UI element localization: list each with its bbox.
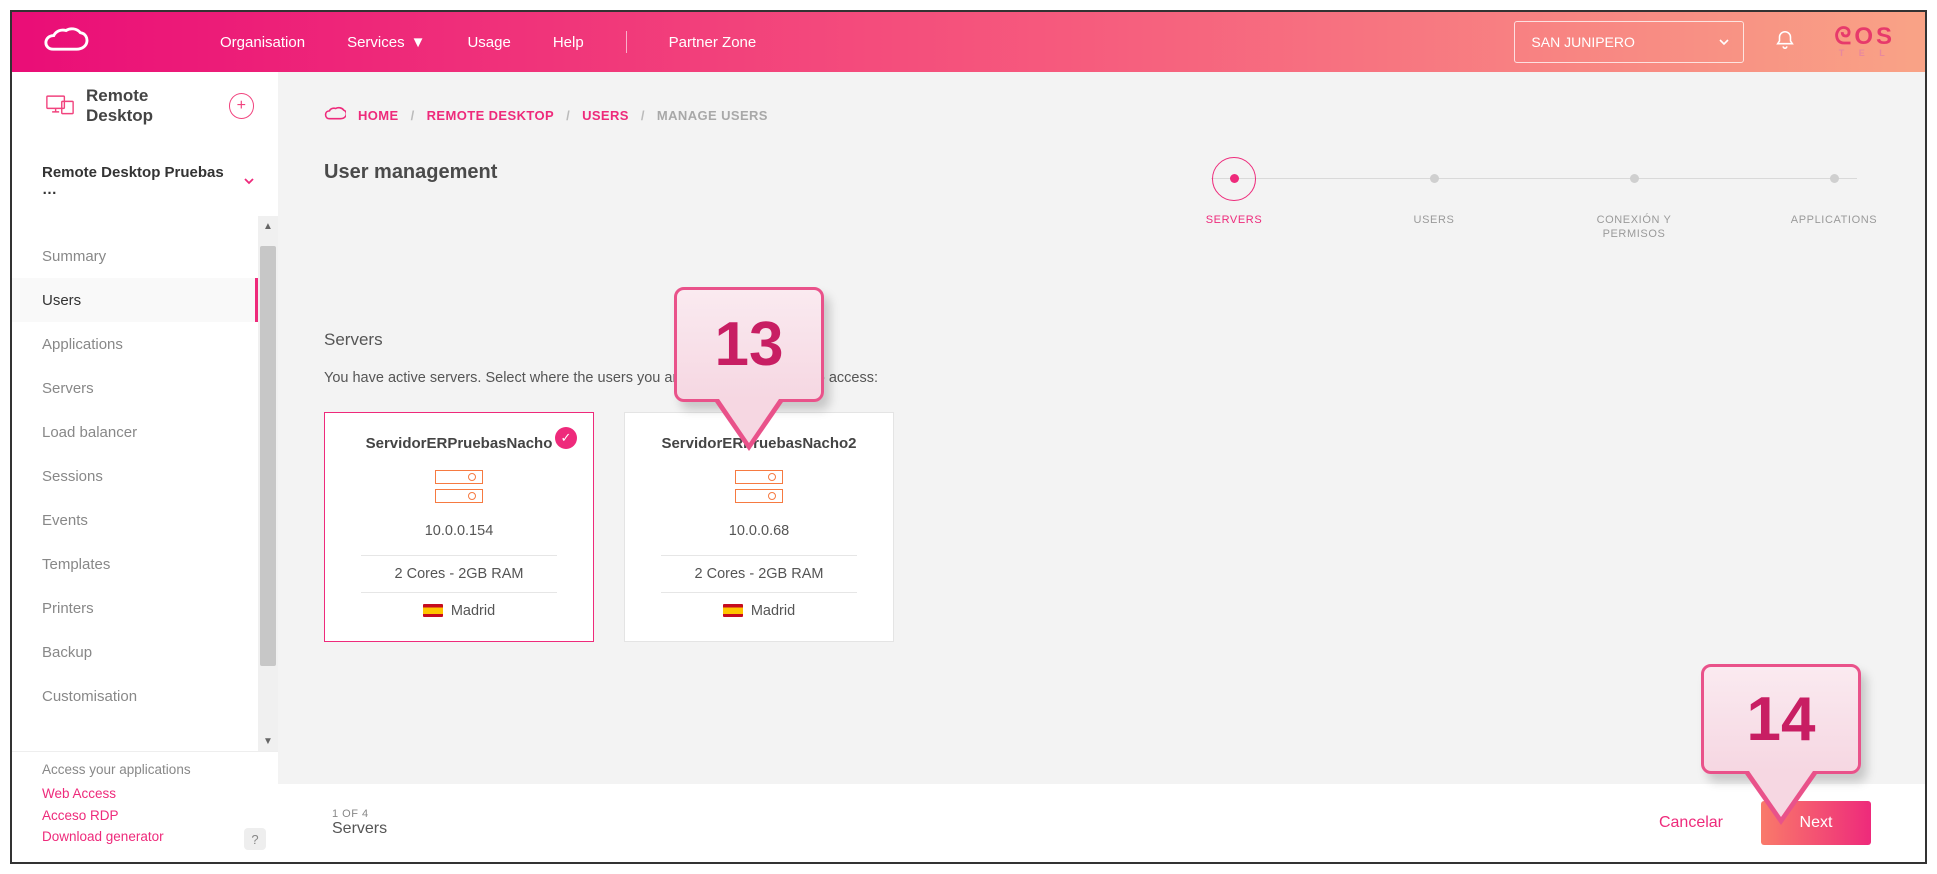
sidebar-scrollbar[interactable]: ▲ ▼ — [258, 216, 278, 751]
breadcrumb: HOME / REMOTE DESKTOP / USERS / MANAGE U… — [278, 72, 1925, 145]
remote-desktop-icon — [46, 92, 74, 121]
annotation-callout: 14 — [1701, 664, 1861, 774]
project-selected: Remote Desktop Pruebas … — [42, 164, 236, 198]
chevron-down-icon — [1719, 34, 1729, 50]
chevron-down-icon — [244, 173, 254, 190]
sidebar-item-events[interactable]: Events — [12, 498, 258, 542]
server-icon — [343, 470, 575, 503]
organisation-selector[interactable]: SAN JUNIPERO — [1514, 21, 1744, 63]
brand-logo-icon — [42, 18, 90, 66]
content-area: HOME / REMOTE DESKTOP / USERS / MANAGE U… — [278, 72, 1925, 862]
sidebar-item-customisation[interactable]: Customisation — [12, 674, 258, 718]
sidebar-item-applications[interactable]: Applications — [12, 322, 258, 366]
server-icon — [643, 470, 875, 503]
nav-usage[interactable]: Usage — [467, 34, 510, 51]
server-ip: 10.0.0.154 — [343, 517, 575, 545]
step-servers[interactable]: SERVERS — [1189, 157, 1279, 242]
server-card[interactable]: ✓ ServidorERPruebasNacho 10.0.0.154 2 Co… — [324, 412, 594, 642]
scrollbar-thumb[interactable] — [260, 246, 276, 666]
progress-step: Servers — [332, 820, 387, 838]
sidebar-nav: Summary Users Applications Servers Load … — [12, 216, 258, 751]
nav-services[interactable]: Services ▼ — [347, 34, 425, 51]
server-location: Madrid — [343, 603, 575, 619]
sidebar-item-printers[interactable]: Printers — [12, 586, 258, 630]
server-location: Madrid — [643, 603, 875, 619]
nav-help[interactable]: Help — [553, 34, 584, 51]
sidebar-item-summary[interactable]: Summary — [12, 234, 258, 278]
sidebar-title: Remote Desktop — [86, 86, 217, 126]
top-nav: Organisation Services ▼ Usage Help Partn… — [220, 31, 756, 53]
wizard-stepper: SERVERS USERS CONEXIÓN Y PERMISOS APPLIC… — [1189, 145, 1879, 242]
chevron-down-icon: ▼ — [411, 34, 426, 51]
server-ip: 10.0.0.68 — [643, 517, 875, 545]
sidebar: Remote Desktop + Remote Desktop Pruebas … — [12, 72, 278, 862]
separator — [626, 31, 627, 53]
progress-counter: 1 OF 4 — [332, 808, 387, 820]
help-icon[interactable]: ? — [244, 828, 266, 850]
link-rdp-access[interactable]: Acceso RDP — [42, 805, 248, 827]
home-cloud-icon — [324, 106, 346, 125]
sidebar-footer-header: Access your applications — [42, 762, 248, 777]
notifications-icon[interactable] — [1774, 28, 1796, 57]
cancel-button[interactable]: Cancelar — [1659, 814, 1723, 832]
server-card-list: ✓ ServidorERPruebasNacho 10.0.0.154 2 Co… — [324, 412, 1879, 642]
sidebar-item-users[interactable]: Users — [12, 278, 258, 322]
annotation-callout: 13 — [674, 287, 824, 402]
crumb-users[interactable]: USERS — [582, 108, 629, 123]
wizard-footer: 1 OF 4 Servers Cancelar Next — [278, 784, 1925, 862]
organisation-selected: SAN JUNIPERO — [1531, 34, 1634, 50]
scroll-down-icon[interactable]: ▼ — [258, 731, 278, 751]
section-hint: You have active servers. Select where th… — [324, 370, 1879, 386]
nav-organisation[interactable]: Organisation — [220, 34, 305, 51]
sidebar-header: Remote Desktop + — [12, 72, 278, 136]
sidebar-item-servers[interactable]: Servers — [12, 366, 258, 410]
link-web-access[interactable]: Web Access — [42, 783, 248, 805]
sidebar-item-load-balancer[interactable]: Load balancer — [12, 410, 258, 454]
sidebar-footer: Access your applications Web Access Acce… — [12, 751, 278, 862]
step-users[interactable]: USERS — [1389, 157, 1479, 242]
server-spec: 2 Cores - 2GB RAM — [343, 566, 575, 582]
crumb-remote-desktop[interactable]: REMOTE DESKTOP — [427, 108, 554, 123]
step-connection[interactable]: CONEXIÓN Y PERMISOS — [1589, 157, 1679, 242]
server-spec: 2 Cores - 2GB RAM — [643, 566, 875, 582]
flag-es-icon — [723, 604, 743, 617]
scroll-up-icon[interactable]: ▲ — [258, 216, 278, 236]
sidebar-item-sessions[interactable]: Sessions — [12, 454, 258, 498]
nav-services-label: Services — [347, 34, 405, 51]
page-title: User management — [324, 161, 497, 184]
section-title: Servers — [324, 330, 1879, 350]
project-selector[interactable]: Remote Desktop Pruebas … — [12, 136, 278, 216]
sidebar-item-templates[interactable]: Templates — [12, 542, 258, 586]
crumb-home[interactable]: HOME — [358, 108, 399, 123]
partner-logo-icon: ᘓOST E L — [1834, 27, 1895, 56]
step-applications[interactable]: APPLICATIONS — [1789, 157, 1879, 242]
top-bar: Organisation Services ▼ Usage Help Partn… — [12, 12, 1925, 72]
crumb-current: MANAGE USERS — [657, 108, 768, 123]
server-name: ServidorERPruebasNacho — [343, 435, 575, 452]
sidebar-item-backup[interactable]: Backup — [12, 630, 258, 674]
link-download-generator[interactable]: Download generator — [42, 826, 248, 848]
flag-es-icon — [423, 604, 443, 617]
nav-partner-zone[interactable]: Partner Zone — [669, 34, 757, 51]
check-icon: ✓ — [555, 427, 577, 449]
add-project-button[interactable]: + — [229, 93, 254, 119]
